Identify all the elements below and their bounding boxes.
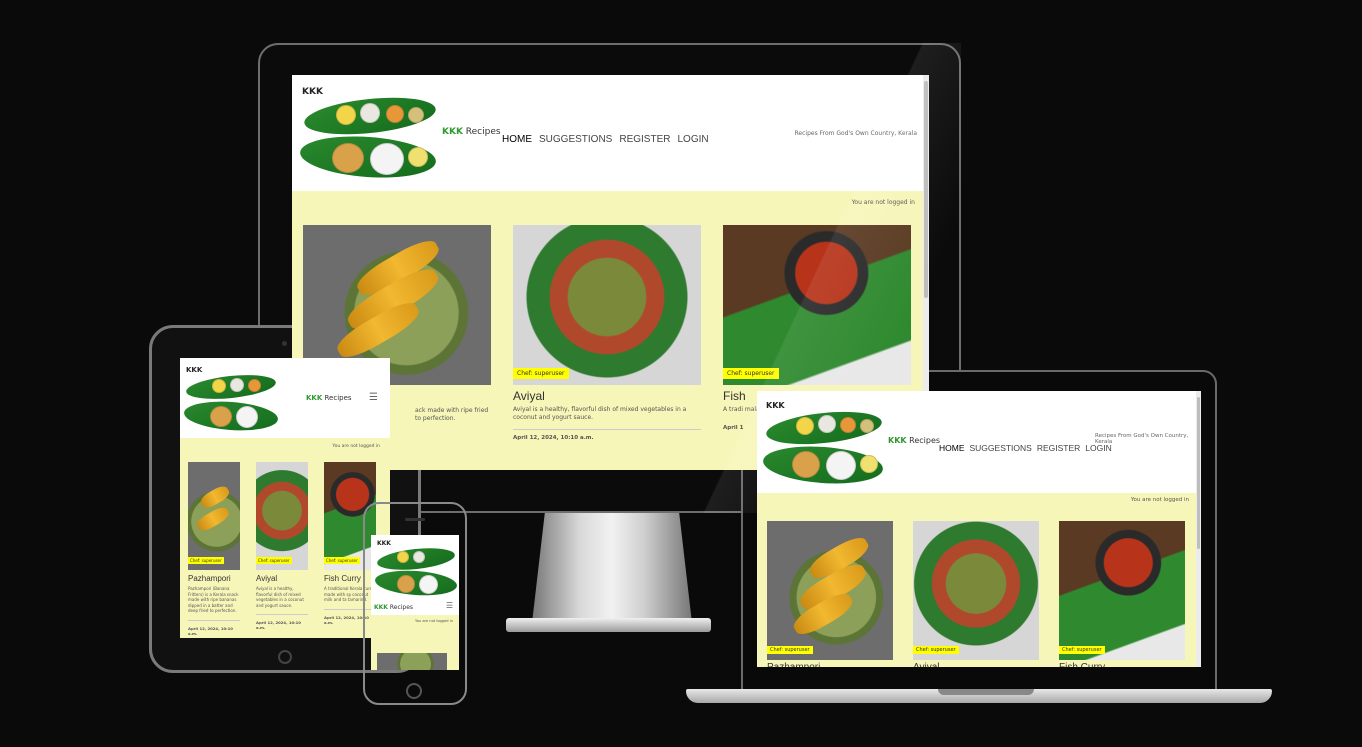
- site-header: KKK KKK Recipes ☰: [180, 358, 390, 438]
- imac-foot: [506, 618, 711, 632]
- recipe-title[interactable]: Pazhampori: [188, 574, 240, 583]
- brand-link[interactable]: KKK Recipes: [888, 436, 940, 445]
- tagline: Recipes From God's Own Country, Kerala: [1095, 433, 1189, 445]
- chef-badge: Chef: superuser: [767, 646, 813, 654]
- logo-text: KKK: [302, 87, 323, 97]
- recipe-image[interactable]: Chef: superuser: [188, 462, 240, 570]
- recipe-title[interactable]: Pazhampori: [767, 662, 893, 667]
- chef-badge: Chef: superuser: [513, 368, 569, 379]
- ipad-home-button: [278, 650, 292, 664]
- recipe-card[interactable]: Chef: superuser Aviyal Aviyal is a healt…: [256, 462, 308, 630]
- recipe-card[interactable]: Chef: superuser Aviyal Aviyal is a healt…: [513, 225, 701, 441]
- recipe-card[interactable]: Chef: superuser Pazhampori: [767, 521, 893, 667]
- nav-suggestions[interactable]: SUGGESTIONS: [539, 134, 612, 145]
- recipe-image[interactable]: Chef: superuser: [1059, 521, 1185, 660]
- recipe-description: Aviyal is a healthy, flavorful dish of m…: [256, 586, 304, 608]
- nav-suggestions[interactable]: SUGGESTIONS: [970, 443, 1032, 453]
- recipe-image[interactable]: Chef: superuser: [513, 225, 701, 385]
- chef-badge: Chef: superuser: [188, 557, 224, 564]
- nav-register[interactable]: REGISTER: [1037, 443, 1080, 453]
- recipe-image[interactable]: Chef: superuser: [913, 521, 1039, 660]
- recipe-card[interactable]: Chef: superuser Pazhampori Pazhampori (B…: [188, 462, 240, 636]
- recipe-card[interactable]: Chef: superuser Aviyal: [913, 521, 1039, 667]
- recipe-description: Pazhampori (Banana Fritters) is a Kerala…: [188, 586, 239, 614]
- chef-badge: Chef: superuser: [324, 557, 360, 564]
- chef-badge: Chef: superuser: [913, 646, 959, 654]
- hamburger-menu-icon[interactable]: ☰: [369, 392, 378, 403]
- recipe-title[interactable]: Aviyal: [913, 662, 1039, 667]
- login-status: You are not logged in: [1130, 497, 1189, 503]
- scrollbar[interactable]: [1196, 391, 1201, 667]
- recipe-image[interactable]: Chef: superuser: [767, 521, 893, 660]
- nav-register[interactable]: REGISTER: [619, 134, 670, 145]
- recipe-image[interactable]: Chef: superuser: [723, 225, 911, 385]
- ipad-screen: KKK KKK Recipes ☰ You are not logged in …: [180, 358, 390, 638]
- brand-link[interactable]: KKK Recipes: [442, 127, 501, 137]
- login-status: You are not logged in: [851, 199, 915, 206]
- chef-badge: Chef: superuser: [723, 368, 779, 379]
- tagline: Recipes From God's Own Country, Kerala: [794, 130, 917, 137]
- site-logo[interactable]: KKK: [760, 395, 884, 489]
- recipe-title[interactable]: Aviyal: [256, 574, 308, 583]
- imac-stand: [532, 513, 692, 623]
- nav-home[interactable]: HOME: [939, 443, 965, 453]
- laptop-screen: KKK KKK Recipes HOME SUGGESTIONS REGISTER L…: [757, 391, 1201, 667]
- site-logo[interactable]: KKK: [182, 362, 278, 434]
- site-header: KKK KKK Recipes HOME SUGGESTIONS REGISTER L…: [292, 75, 929, 191]
- recipe-description: Aviyal is a healthy, flavorful dish of m…: [513, 406, 687, 422]
- site-logo[interactable]: KKK: [296, 81, 436, 185]
- recipe-image[interactable]: Chef: superuser: [256, 462, 308, 570]
- recipe-date: April 12, 2024, 10:10 a.m.: [513, 428, 701, 441]
- logo-text: KKK: [766, 401, 785, 410]
- chef-badge: Chef: superuser: [256, 557, 292, 564]
- laptop-notch: [938, 689, 1034, 695]
- login-status: You are not logged in: [332, 444, 380, 449]
- chef-badge: Chef: superuser: [1059, 646, 1105, 654]
- nav-home[interactable]: HOME: [502, 134, 532, 145]
- phone-device: [363, 502, 467, 705]
- recipe-title[interactable]: Aviyal: [513, 389, 701, 403]
- site-header: KKK KKK Recipes HOME SUGGESTIONS REGISTER L…: [757, 391, 1201, 493]
- nav-login[interactable]: LOGIN: [677, 134, 708, 145]
- main-nav: HOME SUGGESTIONS REGISTER LOGIN: [502, 127, 716, 146]
- logo-text: KKK: [186, 366, 203, 374]
- ipad-camera: [282, 341, 287, 346]
- main-nav: HOME SUGGESTIONS REGISTER LOGIN: [939, 436, 1114, 455]
- recipe-date: April 12, 2024, 10:10 a.m.: [256, 614, 308, 630]
- recipe-card[interactable]: Chef: superuser Fish Curry: [1059, 521, 1185, 667]
- recipe-title[interactable]: Fish Curry: [1059, 662, 1185, 667]
- recipe-date: April 12, 2024, 10:10 a.m.: [188, 619, 240, 636]
- brand-link[interactable]: KKK Recipes: [306, 394, 352, 402]
